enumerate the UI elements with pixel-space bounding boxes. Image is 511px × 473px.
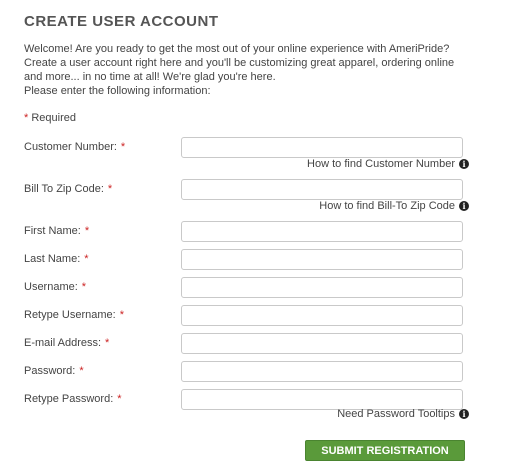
- customer-number-field[interactable]: [181, 137, 463, 158]
- username-label: Username: *: [24, 281, 86, 293]
- email-label: E-mail Address: *: [24, 337, 109, 349]
- last-name-label: Last Name: *: [24, 253, 89, 265]
- zip-code-help-link[interactable]: How to find Bill-To Zip Code i: [319, 200, 469, 212]
- retype-password-field[interactable]: [181, 389, 463, 410]
- email-field[interactable]: [181, 333, 463, 354]
- label-text: Retype Password:: [24, 393, 114, 405]
- required-marker: *: [119, 309, 124, 321]
- label-text: Password:: [24, 365, 76, 377]
- label-text: E-mail Address:: [24, 337, 102, 349]
- retype-password-label: Retype Password: *: [24, 393, 122, 405]
- intro-line: and more... in no time at all! We're gla…: [24, 71, 276, 83]
- label-text: Last Name:: [24, 253, 81, 265]
- intro-text: Welcome! Are you ready to get the most o…: [24, 42, 494, 98]
- last-name-field[interactable]: [181, 249, 463, 270]
- required-marker: *: [81, 281, 87, 293]
- required-marker: *: [105, 337, 110, 349]
- customer-number-label: Customer Number: *: [24, 141, 125, 153]
- info-icon[interactable]: i: [459, 201, 469, 211]
- password-label: Password: *: [24, 365, 84, 377]
- required-note-text: Required: [31, 112, 76, 124]
- intro-line: Please enter the following information:: [24, 85, 211, 97]
- username-field[interactable]: [181, 277, 463, 298]
- required-marker: *: [24, 112, 29, 124]
- required-marker: *: [84, 253, 89, 265]
- info-icon[interactable]: i: [459, 409, 469, 419]
- password-tooltips-link[interactable]: Need Password Tooltips i: [337, 408, 469, 420]
- help-link-text[interactable]: How to find Customer Number: [307, 158, 455, 170]
- required-marker: *: [79, 365, 84, 377]
- required-marker: *: [107, 183, 113, 195]
- label-text: First Name:: [24, 225, 81, 237]
- help-link-text[interactable]: Need Password Tooltips: [337, 408, 455, 420]
- submit-registration-button[interactable]: SUBMIT REGISTRATION: [305, 440, 465, 461]
- required-marker: *: [120, 141, 126, 153]
- intro-line: Create a user account right here and you…: [24, 57, 455, 69]
- info-icon[interactable]: i: [459, 159, 469, 169]
- zip-code-label: Bill To Zip Code: *: [24, 183, 112, 195]
- customer-number-help-link[interactable]: How to find Customer Number i: [307, 158, 469, 170]
- zip-code-field[interactable]: [181, 179, 463, 200]
- label-text: Retype Username:: [24, 309, 116, 321]
- label-text: Username:: [24, 281, 78, 293]
- first-name-field[interactable]: [181, 221, 463, 242]
- required-note: * Required: [24, 112, 76, 124]
- retype-username-field[interactable]: [181, 305, 463, 326]
- required-marker: *: [84, 225, 90, 237]
- retype-username-label: Retype Username: *: [24, 309, 124, 321]
- intro-line: Welcome! Are you ready to get the most o…: [24, 43, 450, 55]
- label-text: Customer Number:: [24, 141, 117, 153]
- required-marker: *: [117, 393, 122, 405]
- help-link-text[interactable]: How to find Bill-To Zip Code: [319, 200, 455, 212]
- page-title: CREATE USER ACCOUNT: [24, 13, 219, 30]
- label-text: Bill To Zip Code:: [24, 183, 104, 195]
- password-field[interactable]: [181, 361, 463, 382]
- first-name-label: First Name: *: [24, 225, 89, 237]
